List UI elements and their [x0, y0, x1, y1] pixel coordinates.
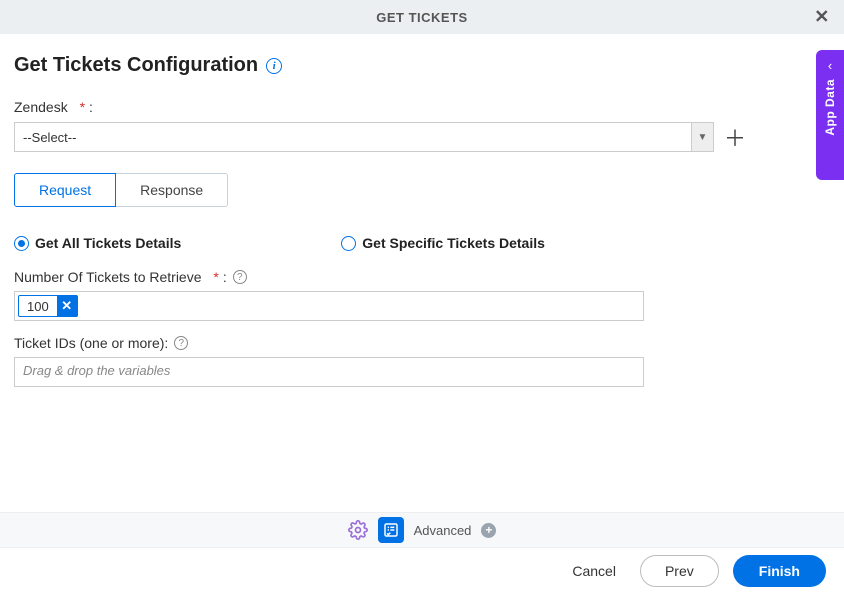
- dialog-body: Get Tickets Configuration i Zendesk * : …: [0, 34, 844, 387]
- tab-response[interactable]: Response: [115, 173, 228, 207]
- ticket-ids-input[interactable]: Drag & drop the variables: [14, 357, 644, 387]
- zendesk-select-row: --Select-- ▼ ＋: [14, 121, 830, 153]
- zendesk-select-value: --Select--: [15, 123, 691, 151]
- radio-get-specific[interactable]: Get Specific Tickets Details: [341, 235, 545, 251]
- ids-label: Ticket IDs (one or more): ?: [14, 335, 830, 351]
- zendesk-label: Zendesk * :: [14, 99, 830, 115]
- zendesk-select[interactable]: --Select-- ▼: [14, 122, 714, 152]
- radio-group: Get All Tickets Details Get Specific Tic…: [14, 235, 830, 251]
- chevron-down-icon: ▼: [691, 123, 713, 151]
- radio-get-all-label: Get All Tickets Details: [35, 235, 181, 251]
- chevron-left-icon: ‹: [828, 58, 832, 73]
- add-advanced-icon[interactable]: +: [481, 523, 496, 538]
- dialog-footer: Cancel Prev Finish: [0, 548, 844, 594]
- close-icon[interactable]: ✕: [812, 7, 832, 28]
- radio-checked-icon: [14, 236, 29, 251]
- advanced-label: Advanced: [414, 523, 472, 538]
- gear-icon[interactable]: [348, 520, 368, 540]
- dialog-header: GET TICKETS ✕: [0, 0, 844, 34]
- cancel-button[interactable]: Cancel: [562, 557, 626, 585]
- prev-button[interactable]: Prev: [640, 555, 719, 587]
- tab-request[interactable]: Request: [14, 173, 116, 207]
- page-title: Get Tickets Configuration: [14, 54, 258, 77]
- chip-value: 100: [19, 299, 57, 314]
- app-data-panel-toggle[interactable]: ‹ App Data: [816, 50, 844, 180]
- number-label: Number Of Tickets to Retrieve * : ?: [14, 269, 830, 285]
- page-title-row: Get Tickets Configuration i: [14, 54, 830, 77]
- dialog-title: GET TICKETS: [376, 10, 467, 25]
- help-icon[interactable]: ?: [174, 336, 188, 350]
- info-icon[interactable]: i: [266, 58, 282, 74]
- value-chip: 100 ✕: [18, 295, 78, 317]
- bottom-toolbar: Advanced +: [0, 512, 844, 548]
- chip-remove-icon[interactable]: ✕: [57, 295, 77, 317]
- app-data-label: App Data: [823, 79, 837, 136]
- tabs: Request Response: [14, 173, 830, 207]
- number-input[interactable]: 100 ✕: [14, 291, 644, 321]
- radio-get-specific-label: Get Specific Tickets Details: [362, 235, 545, 251]
- form-icon[interactable]: [378, 517, 404, 543]
- radio-unchecked-icon: [341, 236, 356, 251]
- radio-get-all[interactable]: Get All Tickets Details: [14, 235, 181, 251]
- help-icon[interactable]: ?: [233, 270, 247, 284]
- add-connection-button[interactable]: ＋: [724, 121, 746, 153]
- finish-button[interactable]: Finish: [733, 555, 826, 587]
